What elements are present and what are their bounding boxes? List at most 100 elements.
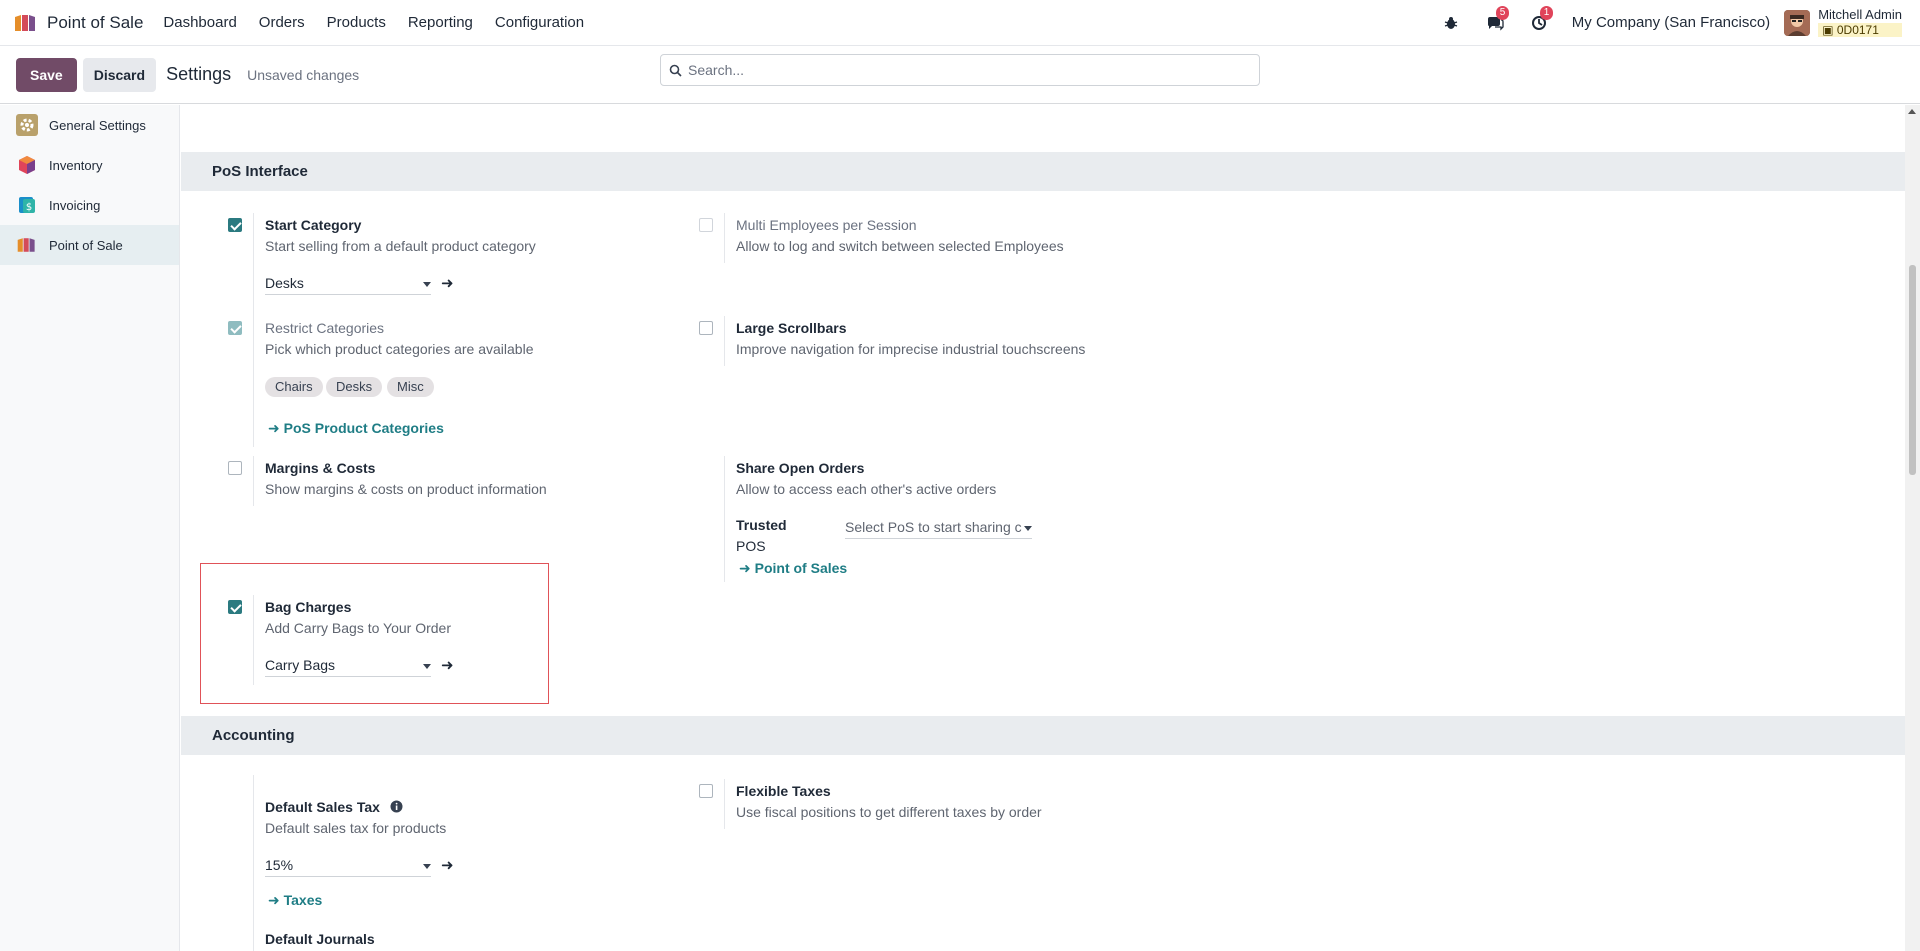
control-panel: Save Discard Settings Unsaved changes Se… — [0, 46, 1920, 104]
menu-orders[interactable]: Orders — [259, 14, 305, 31]
category-tag-chairs[interactable]: Chairs — [265, 377, 323, 397]
restrict-categories-desc: Pick which product categories are availa… — [265, 341, 534, 357]
discard-button[interactable]: Discard — [82, 57, 157, 92]
link-label: PoS Product Categories — [283, 420, 444, 436]
pos-product-categories-link[interactable]: ➜ PoS Product Categories — [268, 420, 444, 437]
chevron-down-icon — [423, 864, 431, 869]
restrict-categories-title: Restrict Categories — [265, 320, 385, 336]
gear-icon — [16, 114, 38, 136]
divider — [724, 779, 725, 829]
menu-reporting[interactable]: Reporting — [408, 14, 473, 31]
scroll-up-icon[interactable] — [1908, 109, 1916, 114]
chevron-down-icon — [423, 664, 431, 669]
start-category-title: Start Category — [265, 217, 362, 233]
flexible-taxes-title: Flexible Taxes — [736, 783, 831, 799]
database-name: 0D0171 — [1836, 23, 1879, 37]
large-scrollbars-checkbox[interactable] — [699, 321, 713, 335]
chevron-down-icon — [1024, 526, 1032, 531]
default-sales-tax-desc: Default sales tax for products — [265, 820, 447, 836]
top-navbar: Point of Sale Dashboard Orders Products … — [0, 0, 1920, 46]
divider — [724, 316, 725, 366]
company-switcher[interactable]: My Company (San Francisco) — [1572, 14, 1770, 31]
search-input[interactable]: Search... — [660, 54, 1260, 86]
pos-app-icon[interactable] — [13, 13, 39, 33]
start-category-select[interactable]: Desks — [265, 273, 431, 295]
taxes-link[interactable]: ➜ Taxes — [268, 892, 322, 909]
bug-icon[interactable] — [1440, 12, 1462, 34]
activities-badge: 1 — [1539, 5, 1554, 20]
database-badge: ▣ 0D0171 — [1818, 23, 1902, 37]
bag-charges-title: Bag Charges — [265, 599, 352, 615]
settings-sidebar: General Settings Inventory $ Invoicing P… — [0, 105, 180, 951]
start-category-value: Desks — [265, 275, 304, 291]
default-sales-tax-value: 15% — [265, 857, 294, 873]
arrow-right-icon[interactable]: ➜ — [441, 856, 454, 874]
settings-content: PoS Interface Start Category Start selli… — [181, 105, 1905, 951]
divider — [724, 456, 725, 582]
sidebar-item-label: Inventory — [49, 157, 103, 173]
unsaved-indicator: Unsaved changes — [247, 66, 360, 83]
user-menu[interactable]: Mitchell Admin ▣ 0D0171 — [1818, 8, 1902, 37]
category-tag-desks[interactable]: Desks — [326, 377, 383, 397]
category-tag-misc[interactable]: Misc — [387, 377, 434, 397]
link-label: Point of Sales — [754, 560, 848, 576]
svg-text:$: $ — [26, 202, 32, 213]
invoicing-icon: $ — [16, 194, 38, 216]
bag-charges-select[interactable]: Carry Bags — [265, 655, 431, 677]
sidebar-item-label: Point of Sale — [49, 237, 123, 253]
default-sales-tax-label: Default Sales Tax — [265, 799, 380, 815]
default-sales-tax-select[interactable]: 15% — [265, 855, 431, 877]
divider — [253, 595, 254, 685]
content-scrollbar[interactable] — [1905, 105, 1920, 951]
arrow-right-icon[interactable]: ➜ — [441, 656, 454, 674]
margins-costs-title: Margins & Costs — [265, 460, 376, 476]
link-label: Taxes — [283, 892, 323, 908]
search-placeholder: Search... — [688, 62, 745, 78]
divider — [253, 213, 254, 447]
page-title: Settings — [166, 64, 232, 84]
sidebar-item-point-of-sale[interactable]: Point of Sale — [0, 225, 179, 265]
sidebar-item-label: General Settings — [49, 117, 146, 133]
divider — [724, 213, 725, 263]
restrict-categories-checkbox[interactable] — [228, 321, 242, 335]
search-icon — [669, 64, 682, 77]
menu-dashboard[interactable]: Dashboard — [163, 14, 236, 31]
inventory-icon — [16, 154, 38, 176]
sidebar-item-general-settings[interactable]: General Settings — [0, 105, 179, 145]
user-name: Mitchell Admin — [1818, 7, 1902, 22]
pos-icon — [16, 234, 38, 256]
scroll-thumb[interactable] — [1909, 265, 1916, 475]
chevron-down-icon — [423, 282, 431, 287]
bag-charges-value: Carry Bags — [265, 657, 336, 673]
trusted-pos-label: Trusted — [736, 517, 787, 533]
arrow-right-icon[interactable]: ➜ — [441, 274, 454, 292]
save-button[interactable]: Save — [16, 57, 77, 92]
menu-products[interactable]: Products — [327, 14, 386, 31]
bag-charges-checkbox[interactable] — [228, 600, 242, 614]
sidebar-item-inventory[interactable]: Inventory — [0, 145, 179, 185]
menu-configuration[interactable]: Configuration — [495, 14, 584, 31]
section-pos-interface: PoS Interface — [181, 152, 1905, 191]
flexible-taxes-checkbox[interactable] — [699, 784, 713, 798]
margins-costs-checkbox[interactable] — [228, 461, 242, 475]
trusted-pos-select[interactable]: Select PoS to start sharing c — [845, 517, 1032, 539]
point-of-sales-link[interactable]: ➜ Point of Sales — [739, 560, 847, 577]
multi-employees-title: Multi Employees per Session — [736, 217, 917, 233]
default-journals-title: Default Journals — [265, 931, 375, 947]
info-icon[interactable] — [390, 800, 403, 816]
default-sales-tax-title: Default Sales Tax — [265, 799, 403, 816]
app-name[interactable]: Point of Sale — [47, 13, 143, 33]
user-avatar[interactable] — [1784, 9, 1811, 36]
start-category-checkbox[interactable] — [228, 218, 242, 232]
bag-charges-desc: Add Carry Bags to Your Order — [265, 620, 451, 636]
multi-employees-checkbox[interactable] — [699, 218, 713, 232]
large-scrollbars-title: Large Scrollbars — [736, 320, 847, 336]
section-accounting: Accounting — [181, 716, 1905, 755]
start-category-desc: Start selling from a default product cat… — [265, 238, 536, 254]
activities-icon[interactable]: 1 — [1528, 5, 1554, 34]
sidebar-item-invoicing[interactable]: $ Invoicing — [0, 185, 179, 225]
multi-employees-desc: Allow to log and switch between selected… — [736, 238, 1064, 254]
messages-icon[interactable]: 5 — [1484, 5, 1510, 34]
divider — [253, 456, 254, 506]
divider — [253, 775, 254, 951]
